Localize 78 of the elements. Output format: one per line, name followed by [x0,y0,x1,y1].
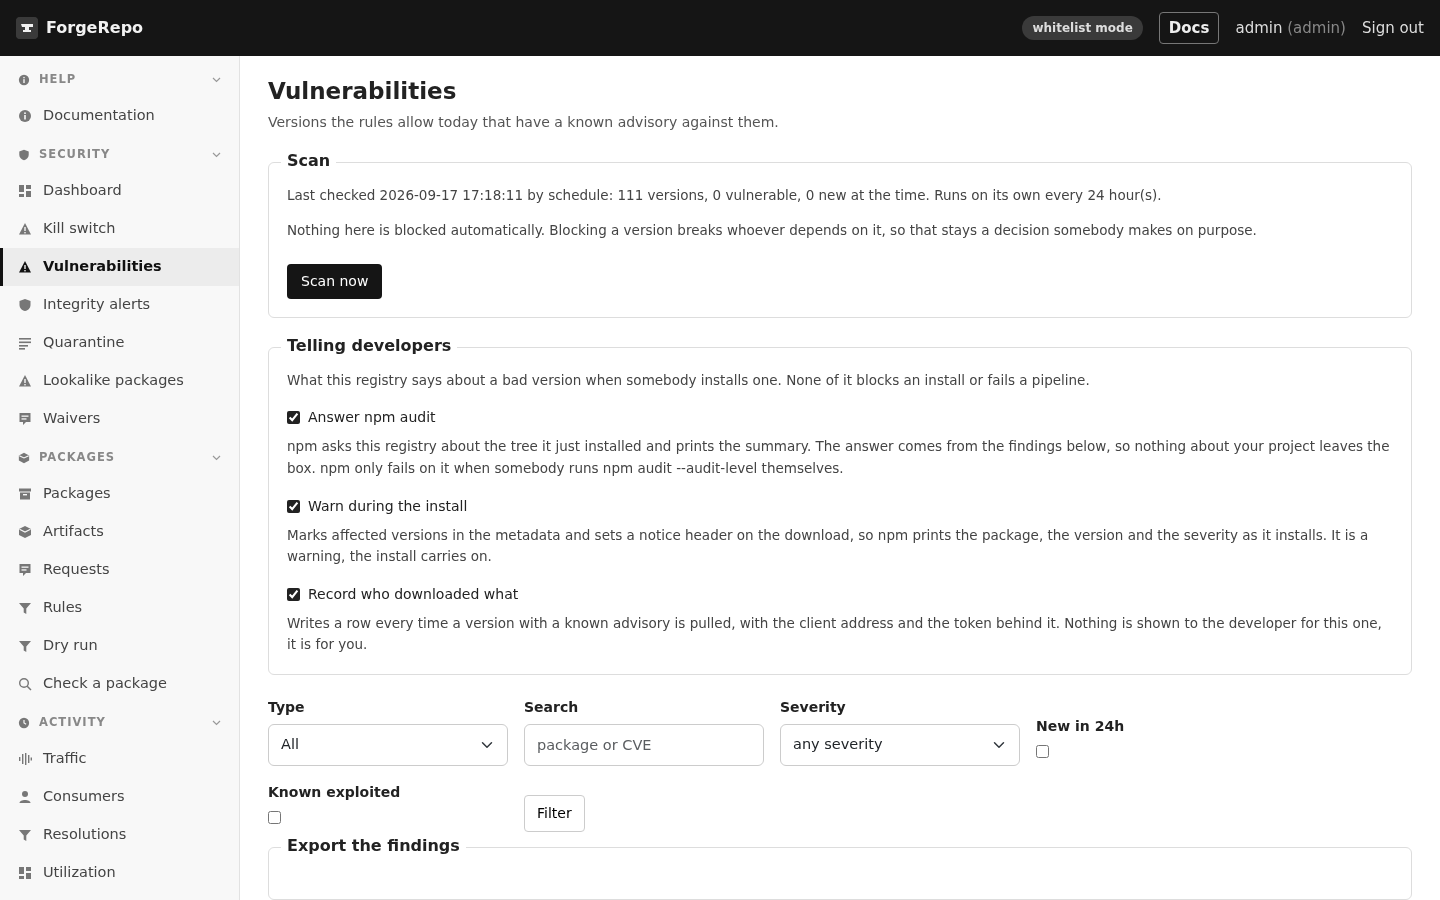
sidebar-item[interactable]: Requests [0,551,239,589]
sidebar-item[interactable]: Kill switch [0,210,239,248]
filter-label: Severity [780,697,847,717]
chevron-icon[interactable] [212,152,221,158]
sidebar-item[interactable]: Artifacts [0,513,239,551]
clock-icon [18,717,30,729]
filter-select[interactable]: All [268,723,508,766]
person-icon [18,790,32,804]
filter-label: Known exploited [268,782,402,802]
option-checkbox[interactable] [287,587,300,601]
sidebar-item[interactable]: Waivers [0,400,239,438]
filter-icon [18,601,32,615]
sidebar-item[interactable]: Integrity alerts [0,286,239,324]
search-icon [18,677,32,691]
option-checkbox[interactable] [287,499,300,513]
scan-status-text: Nothing here is blocked automatically. Blocking a version breaks whoever depends on it, so that stays a decision somebody makes on purpose. [287,221,1258,241]
sidebar-item[interactable]: Consumers [0,778,239,816]
sidebar-item[interactable]: Packages [0,475,239,513]
shield-icon [18,149,30,161]
scan-status-text: Last checked 2026-09-17 17:18:11 by schedule: 111 versions, 0 vulnerable, 0 new at the time. Runs on its own every 24 hour(s). [287,185,1163,205]
note-icon [18,412,32,426]
section-legend: Telling developers [281,337,458,354]
search-field[interactable]: package or CVE [524,723,764,766]
box-icon [18,525,32,539]
section-intro: What this registry says about a bad version when somebody installs one. None of it blocks an install or fails a pipeline. [287,370,1091,390]
option-label: Answer npm audit [308,408,436,428]
info-icon [18,74,30,86]
note-icon [18,563,32,577]
filter-button[interactable]: Filter [524,794,585,832]
docs-button[interactable]: Docs [1158,11,1220,45]
sidebar-item[interactable]: Rules [0,589,239,627]
option-help-text: npm asks this registry about the tree it just installed and prints the summary. The answer comes from the findings below, so nothing about your project leaves the box. npm only fails on it when somebody runs npm audit --audit-level themselves. [287,437,1391,478]
page-title: Vulnerabilities [268,78,458,106]
filter-icon [18,828,32,842]
option-help-text: Writes a row every time a version with a known advisory is pulled, with the client address and the token behind it. Nothing is shown to the developer for this one, it is for you. [287,613,1383,655]
sidebar-item[interactable]: Quarantine [0,324,239,362]
user-name: admin (admin) [1235,17,1346,39]
sign-out-link[interactable]: Sign out [1361,16,1424,40]
filter-label: Type [268,697,306,717]
option-label: Warn during the install [308,496,468,516]
sidebar-item[interactable]: Dashboard [0,172,239,210]
sidebar-item[interactable]: Check a package [0,665,239,703]
chevron-icon[interactable] [212,720,221,726]
option-help-text: Marks affected versions in the metadata and sets a notice header on the download, so npm prints the package, the version and the severity as it installs. It is a warning, the install carries on. [287,525,1370,567]
filter-icon [18,639,32,653]
filter-select[interactable]: any severity [780,723,1020,766]
sidebar-item[interactable]: Traffic [0,740,239,778]
section-legend: Scan [281,152,337,169]
option-checkbox[interactable] [287,411,300,425]
shield-icon [18,298,32,312]
chevron-icon[interactable] [212,77,221,83]
filter-checkbox[interactable] [268,810,281,824]
sidebar-item[interactable]: Vulnerabilities [0,248,239,286]
brand-name[interactable]: ForgeRepo [46,16,144,40]
scan-now-button[interactable]: Scan now [287,263,383,299]
mode-pill: whitelist mode [1022,16,1143,40]
option-label: Record who downloaded what [308,584,519,604]
sidebar-item[interactable]: Resolutions [0,816,239,854]
activity-bars-icon [18,752,32,766]
grid-icon [18,866,32,880]
sidebar-item[interactable]: Dry run [0,627,239,665]
sidebar-item[interactable]: Documentation [0,97,239,135]
sidebar-item[interactable]: Lookalike packages [0,362,239,400]
warning-icon [18,374,32,388]
info-icon [18,109,32,123]
chevron-icon[interactable] [212,455,221,461]
filter-label: New in 24h [1036,716,1126,736]
section-legend: Export the findings [281,837,466,854]
warning-icon [18,222,32,236]
filter-checkbox[interactable] [1036,744,1049,758]
filter-label: Search [524,697,580,717]
page-subtitle: Versions the rules allow today that have a known advisory against them. [268,112,780,132]
warning-icon [18,260,32,274]
box-icon [18,452,30,464]
lines-icon [18,336,32,350]
sidebar-item[interactable]: Utilization [0,854,239,892]
archive-icon [18,487,32,501]
grid-icon [18,184,32,198]
